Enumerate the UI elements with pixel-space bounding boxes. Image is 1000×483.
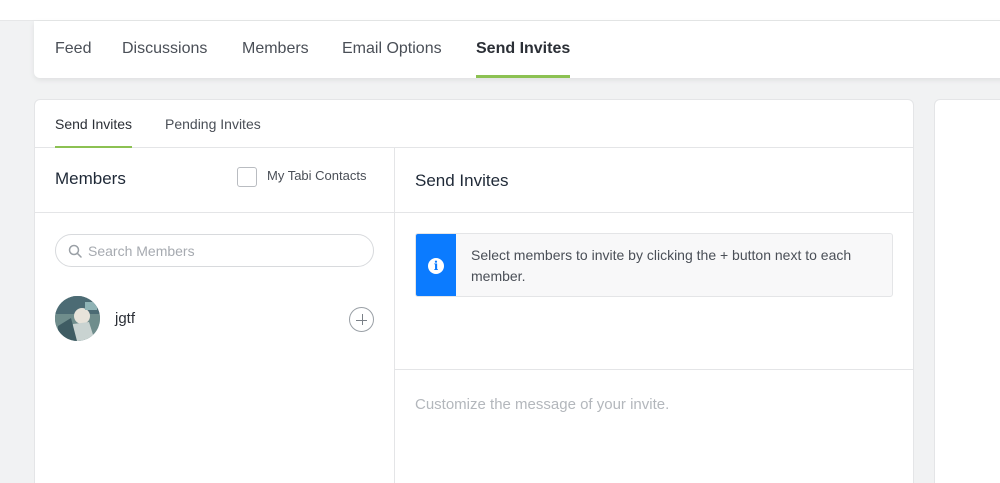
search-icon — [68, 244, 82, 258]
list-item: jgtf — [55, 296, 375, 341]
invite-subtabs: Send Invites Pending Invites — [35, 100, 913, 148]
tab-feed[interactable]: Feed — [55, 21, 91, 78]
invites-card: Send Invites Pending Invites Members My … — [34, 99, 914, 483]
members-panel: Members My Tabi Contacts Search Members … — [35, 148, 395, 483]
tab-discussions[interactable]: Discussions — [122, 21, 207, 78]
group-tab-bar: Feed Discussions Members Email Options S… — [34, 21, 1000, 78]
send-invites-title: Send Invites — [415, 171, 509, 190]
search-members-input[interactable] — [88, 239, 368, 263]
tab-members[interactable]: Members — [242, 21, 309, 78]
side-card — [934, 99, 1000, 483]
info-alert-message: Select members to invite by clicking the… — [471, 247, 852, 284]
divider — [395, 369, 913, 370]
subtab-send-invites[interactable]: Send Invites — [55, 100, 133, 148]
tab-send-invites[interactable]: Send Invites — [476, 21, 571, 78]
member-name: jgtf — [115, 310, 136, 327]
avatar[interactable] — [55, 296, 100, 341]
members-panel-header: Members My Tabi Contacts — [35, 148, 394, 213]
invite-message-input[interactable] — [415, 396, 893, 483]
send-invites-header: Send Invites — [395, 148, 913, 213]
add-member-icon[interactable] — [349, 307, 374, 332]
info-alert-bar: i — [416, 234, 456, 296]
my-contacts-checkbox[interactable] — [237, 167, 257, 187]
info-alert: i Select members to invite by clicking t… — [415, 233, 893, 297]
top-strip — [0, 0, 1000, 21]
my-contacts-label[interactable]: My Tabi Contacts — [267, 168, 366, 183]
send-invites-panel: Send Invites i Select members to invite … — [395, 148, 913, 483]
info-icon: i — [428, 258, 444, 274]
tab-email-options[interactable]: Email Options — [342, 21, 442, 78]
member-search — [55, 234, 374, 267]
members-panel-title: Members — [55, 169, 126, 188]
subtab-pending-invites[interactable]: Pending Invites — [165, 100, 261, 148]
